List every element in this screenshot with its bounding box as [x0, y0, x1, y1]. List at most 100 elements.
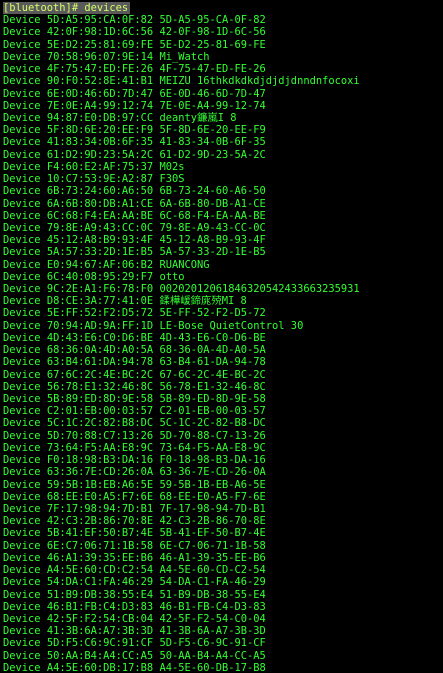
device-name: F30S [159, 173, 185, 186]
device-list: Device 5D:A5:95:CA:0F:82 5D-A5-95-CA-0F-… [3, 14, 443, 673]
device-row: Device 50:AA:B4:A4:CC:A5 50-AA-B4-A4-CC-… [3, 650, 443, 662]
device-label: Device [3, 502, 41, 515]
device-mac-address: 5C:1C:2C:82:B8:DC [46, 417, 154, 430]
device-label: Device [3, 209, 41, 222]
device-row: Device 6B:73:24:60:A6:50 6B-73-24-60-A6-… [3, 185, 443, 197]
device-mac-address: 90:F0:52:8E:41:B1 [46, 75, 154, 88]
device-mac-address: 68:36:0A:4D:A0:5A [46, 344, 154, 357]
device-name: 6C-68-F4-EA-AA-BE [159, 209, 266, 222]
device-row: Device 5A:57:33:2D:1E:B5 5A-57-33-2D-1E-… [3, 246, 443, 258]
device-mac-address: 4D:43:E6:C0:D6:BE [46, 331, 154, 344]
device-mac-address: 5D:F5:C6:9C:91:CF [46, 637, 154, 650]
device-mac-address: 42:5F:F2:54:CB:04 [46, 612, 154, 625]
device-name: 41-3B-6A-A7-3B-3D [159, 625, 266, 638]
command-prompt: [bluetooth]# devices [3, 2, 131, 15]
device-name: 7E-0E-A4-99-12-74 [159, 99, 266, 112]
device-mac-address: 50:AA:B4:A4:CC:A5 [46, 649, 154, 662]
device-label: Device [3, 551, 41, 564]
device-row: Device 90:F0:52:8E:41:B1 MEIZU 16thkdkdk… [3, 75, 443, 87]
device-row: Device 51:B9:DB:38:55:E4 51-B9-DB-38-55-… [3, 589, 443, 601]
device-row: Device 4D:43:E6:C0:D6:BE 4D-43-E6-C0-D6-… [3, 332, 443, 344]
device-label: Device [3, 246, 41, 259]
device-row: Device 5E:D2:25:81:69:FE 5E-D2-25-81-69-… [3, 39, 443, 51]
device-label: Device [3, 380, 41, 393]
device-row: Device 41:83:34:0B:6F:35 41-83-34-0B-6F-… [3, 136, 443, 148]
device-mac-address: 6C:40:08:95:29:F7 [46, 270, 154, 283]
device-name: 46-A1-39-35-EE-B6 [159, 551, 266, 564]
device-mac-address: 5D:70:88:C7:13:26 [46, 429, 154, 442]
device-label: Device [3, 612, 41, 625]
device-mac-address: 5D:A5:95:CA:0F:82 [46, 14, 154, 27]
device-label: Device [3, 405, 41, 418]
device-name: 5D-70-88-C7-13-26 [159, 429, 266, 442]
device-mac-address: 61:D2:9D:23:5A:2C [46, 148, 154, 161]
device-row: Device 70:58:96:07:9E:14 Mi_Watch [3, 51, 443, 63]
device-mac-address: 67:6C:2C:4E:BC:2C [46, 368, 154, 381]
terminal-window[interactable]: [bluetooth]# devices Device 5D:A5:95:CA:… [0, 0, 443, 673]
device-name: 79-8E-A9-43-CC-0C [159, 221, 266, 234]
device-row: Device E0:94:67:AF:06:B2 RUANCONG [3, 259, 443, 271]
device-name: 61-D2-9D-23-5A-2C [159, 148, 266, 161]
device-name: 68-EE-E0-A5-F7-6E [159, 490, 266, 503]
device-label: Device [3, 307, 41, 320]
device-mac-address: 5B:89:ED:8D:9E:58 [46, 393, 154, 405]
device-name: M02s [159, 160, 185, 173]
device-label: Device [3, 185, 41, 198]
device-mac-address: E0:94:67:AF:06:B2 [46, 258, 154, 271]
device-label: Device [3, 564, 41, 577]
device-name: 4D-43-E6-C0-D6-BE [159, 331, 266, 344]
device-row: Device 94:87:E0:DB:97:CC deanty鐮嵐I 8 [3, 112, 443, 124]
device-mac-address: 6E:0D:46:6D:7D:47 [46, 87, 154, 100]
device-row: Device F4:60:E2:AF:75:37 M02s [3, 161, 443, 173]
device-label: Device [3, 637, 41, 650]
device-mac-address: 5A:57:33:2D:1E:B5 [46, 246, 154, 259]
device-mac-address: 42:0F:98:1D:6C:56 [46, 26, 154, 39]
device-name: 63-B4-61-DA-94-78 [159, 356, 266, 369]
device-row: Device 79:8E:A9:43:CC:0C 79-8E-A9-43-CC-… [3, 222, 443, 234]
device-label: Device [3, 75, 41, 88]
device-label: Device [3, 393, 41, 405]
device-mac-address: 5B:41:EF:50:B7:4E [46, 527, 154, 540]
device-row: Device 6E:0D:46:6D:7D:47 6E-0D-46-6D-7D-… [3, 88, 443, 100]
device-name: 42-0F-98-1D-6C-56 [159, 26, 266, 39]
device-mac-address: 7F:17:98:94:7D:B1 [46, 502, 154, 515]
device-row: Device 46:B1:FB:C4:D3:83 46-B1-FB-C4-D3-… [3, 601, 443, 613]
device-name: A4-5E-60-CD-C2-54 [159, 564, 266, 577]
device-name: 5D-A5-95-CA-0F-82 [159, 14, 266, 27]
device-name: 5F-8D-6E-20-EE-F9 [159, 124, 266, 137]
device-label: Device [3, 111, 41, 124]
device-row: Device 67:6C:2C:4E:BC:2C 67-6C-2C-4E-BC-… [3, 369, 443, 381]
device-mac-address: 42:C3:2B:86:70:8E [46, 515, 154, 528]
device-row: Device 59:5B:1B:EB:A6:5E 59-5B-1B-EB-A6-… [3, 479, 443, 491]
device-row: Device F0:18:98:B3:DA:16 F0-18-98-B3-DA-… [3, 454, 443, 466]
device-row: Device 41:3B:6A:A7:3B:3D 41-3B-6A-A7-3B-… [3, 625, 443, 637]
device-mac-address: 63:B4:61:DA:94:78 [46, 356, 154, 369]
device-row: Device 10:C7:53:9E:A2:87 F30S [3, 173, 443, 185]
device-row: Device 70:94:AD:9A:FF:1D LE-Bose QuietCo… [3, 320, 443, 332]
device-label: Device [3, 173, 41, 186]
device-mac-address: 94:87:E0:DB:97:CC [46, 111, 154, 124]
device-mac-address: 41:3B:6A:A7:3B:3D [46, 625, 154, 638]
device-mac-address: 46:B1:FB:C4:D3:83 [46, 600, 154, 613]
device-name: 5B-89-ED-8D-9E-58 [159, 393, 266, 405]
device-label: Device [3, 576, 41, 589]
device-name: 54-DA-C1-FA-46-29 [159, 576, 266, 589]
device-name: MEIZU 16thkdkdkdjdjdjdnndnfocoxi [159, 75, 360, 88]
device-mac-address: 5E:FF:52:F2:D5:72 [46, 307, 154, 320]
device-mac-address: 6B:73:24:60:A6:50 [46, 185, 154, 198]
device-name: 6E-C7-06-71-1B-58 [159, 539, 266, 552]
device-mac-address: A4:5E:60:CD:C2:54 [46, 564, 154, 577]
device-label: Device [3, 661, 41, 673]
device-row: Device 68:36:0A:4D:A0:5A 68-36-0A-4D-A0-… [3, 344, 443, 356]
device-name: RUANCONG [159, 258, 210, 271]
device-name: 63-36-7E-CD-26-0A [159, 466, 266, 479]
device-name: 5D-F5-C6-9C-91-CF [159, 637, 266, 650]
device-row: Device 5C:1C:2C:82:B8:DC 5C-1C-2C-82-B8-… [3, 417, 443, 429]
device-label: Device [3, 136, 41, 149]
device-label: Device [3, 478, 41, 491]
device-mac-address: 73:64:F5:AA:E8:9C [46, 441, 154, 454]
device-mac-address: 46:A1:39:35:EE:B6 [46, 551, 154, 564]
device-name: 鍒樺嵈鍗庣殑MI 8 [159, 295, 247, 308]
device-name: 002020120618463205424336632359​31 [159, 283, 360, 296]
device-row: Device 5E:FF:52:F2:D5:72 5E-FF-52-F2-D5-… [3, 307, 443, 319]
